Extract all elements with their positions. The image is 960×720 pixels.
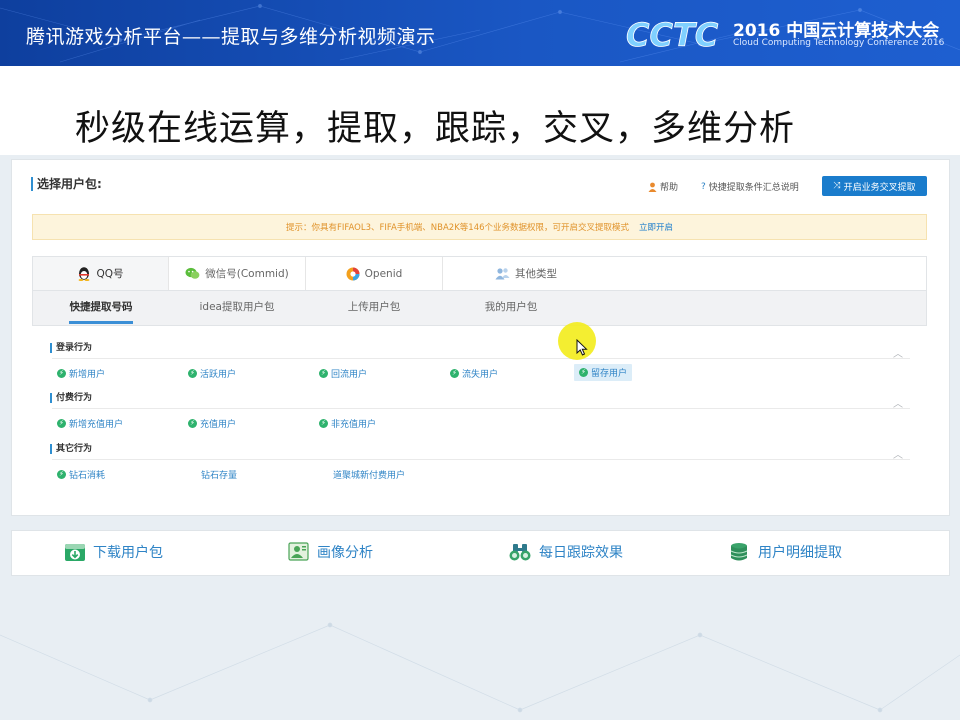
help-label: 帮助 <box>660 183 679 193</box>
wechat-icon <box>185 267 200 279</box>
option-active-users[interactable]: ⚡ 活跃用户 <box>188 367 236 380</box>
users-icon <box>495 268 510 280</box>
shuffle-icon: ⤨ <box>833 181 841 191</box>
option-churned-users[interactable]: ⚡ 流失用户 <box>450 367 498 380</box>
enable-now-link[interactable]: 立即开启 <box>639 221 673 233</box>
divider <box>52 459 910 460</box>
user-detail-extract-label: 用户明细提取 <box>758 545 842 561</box>
option-label: 充值用户 <box>200 420 237 430</box>
option-label: 新增充值用户 <box>69 420 124 430</box>
bolt-icon: ⚡ <box>450 369 459 378</box>
option-diamond-consumption[interactable]: ⚡ 钻石消耗 <box>57 468 105 481</box>
id-type-tabs: QQ号 微信号(Commid) Openid 其他类型 <box>32 256 927 291</box>
portrait-analysis-button[interactable]: 画像分析 <box>288 540 373 564</box>
divider <box>52 408 910 409</box>
enable-cross-extract-label: 开启业务交叉提取 <box>843 182 916 193</box>
portrait-icon <box>288 542 309 561</box>
daily-tracking-label: 每日跟踪效果 <box>539 545 623 561</box>
slide-heading: 秒级在线运算，提取，跟踪，交叉，多维分析 <box>75 109 796 149</box>
option-label: 非充值用户 <box>331 420 377 430</box>
tab-qq[interactable]: QQ号 <box>33 257 169 290</box>
enable-cross-extract-button[interactable]: ⤨ 开启业务交叉提取 <box>822 176 927 196</box>
permission-notice: 提示：你具有FIFAOL3、FIFA手机端、NBA2K等146个业务数据权限，可… <box>32 214 927 240</box>
quick-extract-guide-link[interactable]: ? 快捷提取条件汇总说明 <box>701 180 799 194</box>
header-banner: 腾讯游戏分析平台——提取与多维分析视频演示 CCTC 2016 中国云计算技术大… <box>0 0 960 66</box>
download-icon <box>65 544 85 561</box>
option-label: 钻石存量 <box>201 471 238 481</box>
help-link[interactable]: 帮助 <box>648 180 678 193</box>
user-detail-extract-button[interactable]: 用户明细提取 <box>729 540 842 564</box>
bolt-icon: ⚡ <box>319 419 328 428</box>
option-non-payers[interactable]: ⚡ 非充值用户 <box>319 417 376 430</box>
group-other-behavior: 其它行为 <box>50 444 92 454</box>
extract-mode-tabs: 快捷提取号码 idea提取用户包 上传用户包 我的用户包 <box>32 291 927 326</box>
database-icon <box>730 543 748 561</box>
bolt-icon: ⚡ <box>319 369 328 378</box>
tab-other-types[interactable]: 其他类型 <box>443 257 609 290</box>
tab-upload-package[interactable]: 上传用户包 <box>345 291 403 324</box>
presentation-title: 腾讯游戏分析平台——提取与多维分析视频演示 <box>26 26 436 48</box>
tab-my-packages[interactable]: 我的用户包 <box>481 291 541 324</box>
binoculars-icon <box>509 544 531 561</box>
option-label: 活跃用户 <box>200 370 237 380</box>
tab-idea-extract[interactable]: idea提取用户包 <box>197 291 277 324</box>
group-login-behavior: 登录行为 <box>50 343 92 353</box>
option-new-payers[interactable]: ⚡ 新增充值用户 <box>57 417 123 430</box>
tab-other-types-label: 其他类型 <box>515 268 557 280</box>
tab-openid[interactable]: Openid <box>306 257 443 290</box>
download-package-button[interactable]: 下载用户包 <box>64 540 163 564</box>
option-new-store-payers[interactable]: 道聚城新付费用户 <box>333 468 405 481</box>
bolt-icon: ⚡ <box>579 368 588 377</box>
option-returning-users[interactable]: ⚡ 回流用户 <box>319 367 367 380</box>
bolt-icon: ⚡ <box>188 369 197 378</box>
option-label: 留存用户 <box>591 369 628 379</box>
mouse-pointer-icon <box>576 339 588 356</box>
download-package-label: 下载用户包 <box>93 545 163 561</box>
group-payment-behavior: 付费行为 <box>50 393 92 403</box>
notice-text: 提示：你具有FIFAOL3、FIFA手机端、NBA2K等146个业务数据权限，可… <box>285 223 630 233</box>
bolt-icon: ⚡ <box>188 419 197 428</box>
daily-tracking-button[interactable]: 每日跟踪效果 <box>508 540 623 564</box>
option-label: 新增用户 <box>69 370 106 380</box>
divider <box>52 358 910 359</box>
option-retained-users[interactable]: ⚡ 留存用户 <box>574 364 633 381</box>
tab-quick-extract[interactable]: 快捷提取号码 <box>69 291 133 324</box>
tab-openid-label: Openid <box>364 267 403 280</box>
option-label: 流失用户 <box>462 370 499 380</box>
user-icon <box>648 182 657 192</box>
option-diamond-stock[interactable]: 钻石存量 <box>201 468 237 481</box>
option-new-users[interactable]: ⚡ 新增用户 <box>57 367 105 380</box>
cctc-logo-text: CCTC <box>626 16 719 52</box>
openid-icon <box>346 267 360 280</box>
bolt-icon: ⚡ <box>57 369 66 378</box>
bolt-icon: ⚡ <box>57 419 66 428</box>
tab-qq-label: QQ号 <box>96 268 124 280</box>
tab-wechat[interactable]: 微信号(Commid) <box>169 257 306 290</box>
bolt-icon: ⚡ <box>57 470 66 479</box>
cctc-logo: CCTC <box>626 16 719 52</box>
conference-name-en: Cloud Computing Technology Conference 20… <box>733 38 945 48</box>
portrait-analysis-label: 画像分析 <box>317 545 373 561</box>
panel-title: 选择用户包: <box>31 177 102 191</box>
question-icon: ? <box>701 181 706 192</box>
quick-extract-guide-label: 快捷提取条件汇总说明 <box>708 183 799 193</box>
option-payers[interactable]: ⚡ 充值用户 <box>188 417 236 430</box>
option-label: 道聚城新付费用户 <box>333 471 406 481</box>
option-label: 回流用户 <box>331 370 368 380</box>
qq-penguin-icon <box>79 267 90 281</box>
user-package-panel <box>11 159 950 516</box>
tab-wechat-label: 微信号(Commid) <box>205 268 289 280</box>
option-label: 钻石消耗 <box>69 471 106 481</box>
